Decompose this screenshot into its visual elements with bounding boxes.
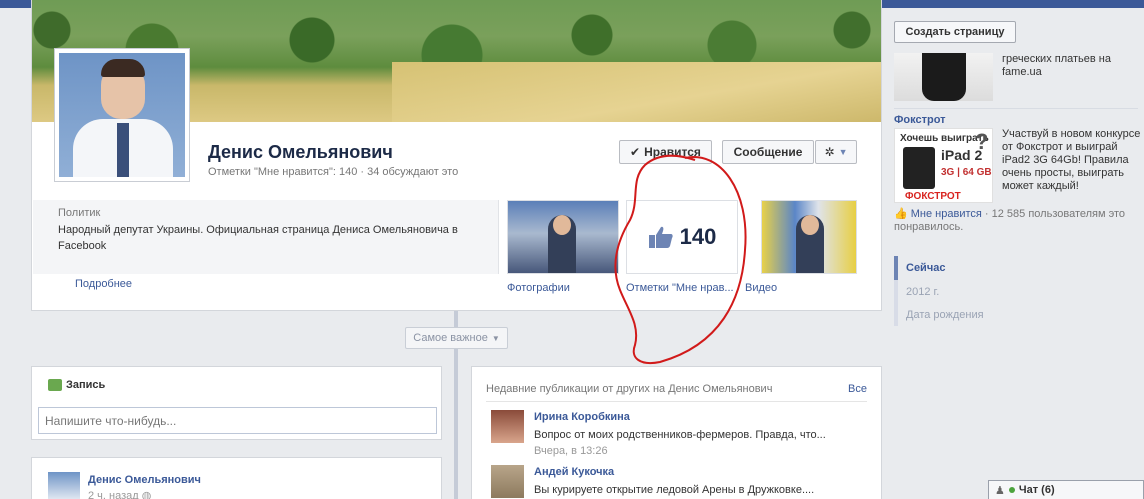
composer-title[interactable]: Запись xyxy=(48,379,105,391)
thumbs-up-icon xyxy=(648,226,673,248)
about-text: Народный депутат Украины. Официальная ст… xyxy=(58,224,458,252)
video-person xyxy=(796,215,824,273)
gear-icon: ✲ xyxy=(824,145,835,159)
message-button[interactable]: Сообщение xyxy=(722,140,814,164)
recent-item-avatar[interactable] xyxy=(491,410,524,443)
chat-bar[interactable]: ♟ Чат (6) xyxy=(988,480,1144,499)
recent-posts-box: Недавние публикации от других на Денис О… xyxy=(471,366,882,499)
divider xyxy=(894,108,1138,109)
composer-title-label: Запись xyxy=(66,379,106,391)
chevron-down-icon: ▼ xyxy=(491,333,500,343)
post-author[interactable]: Денис Омельянович xyxy=(88,474,201,486)
globe-icon: ◍ xyxy=(141,490,152,499)
post-avatar[interactable] xyxy=(48,472,80,499)
ad-like-link[interactable]: Мне нравится xyxy=(911,208,982,220)
settings-dropdown-button[interactable]: ✲ ▼ xyxy=(815,140,857,164)
about-category: Политик xyxy=(58,207,101,219)
ad-title-foxtrot[interactable]: Фокстрот xyxy=(894,114,946,126)
status-composer: Запись Напишите что-нибудь... xyxy=(31,366,442,440)
like-button[interactable]: ✔ Нравится xyxy=(619,140,712,164)
recent-posts-header: Недавние публикации от других на Денис О… xyxy=(486,383,773,395)
timeline-nav-born[interactable]: Дата рождения xyxy=(906,309,984,321)
recent-item-author[interactable]: Андей Кукочка xyxy=(534,466,614,478)
chat-label: Чат (6) xyxy=(1018,484,1055,496)
ad-like-line: 👍 Мне нравится · 12 585 пользователям эт… xyxy=(894,208,1142,234)
profile-picture[interactable] xyxy=(54,48,190,182)
timeline-filter-label: Самое важное xyxy=(413,332,488,344)
photos-label[interactable]: Фотографии xyxy=(507,282,619,294)
ad-image-dress[interactable] xyxy=(894,53,993,101)
likes-label[interactable]: Отметки "Мне нрав... xyxy=(626,282,738,294)
question-mark-icon: ? xyxy=(975,129,989,154)
online-dot-icon xyxy=(1008,487,1015,493)
dress-shape xyxy=(922,53,966,101)
ad-image-brand: ФОКСТРОТ xyxy=(905,191,961,202)
recent-item-text[interactable]: Вопрос от моих родственников-фермеров. П… xyxy=(534,429,826,441)
timeline-filter-button[interactable]: Самое важное ▼ xyxy=(405,327,508,349)
post-time[interactable]: 2 ч. назад ◍ xyxy=(88,489,151,499)
person-icon: ♟ xyxy=(995,484,1005,497)
divider xyxy=(486,401,867,402)
recent-item-text[interactable]: Вы курируете открытие ледовой Арены в Др… xyxy=(534,484,814,496)
create-page-button[interactable]: Создать страницу xyxy=(894,21,1016,43)
more-link[interactable]: Подробнее xyxy=(75,278,132,290)
ad-image-spec: 3G | 64 GB xyxy=(941,167,992,178)
ad-image-foxtrot[interactable]: Хочешь выиграть iPad 2 3G | 64 GB ФОКСТР… xyxy=(894,128,993,203)
recent-item-time[interactable]: Вчера, в 13:26 xyxy=(534,445,608,457)
photo-person-face xyxy=(553,215,571,235)
photo-person xyxy=(548,215,576,273)
status-input[interactable]: Напишите что-нибудь... xyxy=(38,407,437,434)
like-button-label: Нравится xyxy=(644,145,701,159)
ipad-image xyxy=(903,147,935,189)
video-tile[interactable] xyxy=(761,200,857,274)
video-label[interactable]: Видео xyxy=(745,282,841,294)
profile-card: Денис Омельянович Отметки "Мне нравится"… xyxy=(31,0,882,311)
page-stats: Отметки "Мне нравится": 140 · 34 обсужда… xyxy=(208,166,459,178)
see-all-link[interactable]: Все xyxy=(848,383,867,395)
likes-tile[interactable]: 140 xyxy=(626,200,738,274)
thumbs-up-icon: 👍 xyxy=(894,208,908,220)
speech-bubble-icon xyxy=(48,379,62,391)
avatar xyxy=(59,53,185,177)
timeline-nav-now[interactable]: Сейчас xyxy=(906,262,945,274)
chevron-down-icon: ▼ xyxy=(838,147,848,157)
timeline-post: Денис Омельянович 2 ч. назад ◍ xyxy=(31,457,442,499)
likes-count: 140 xyxy=(679,224,717,249)
cover-field xyxy=(392,62,881,122)
recent-item-author[interactable]: Ирина Коробкина xyxy=(534,411,630,423)
checkmark-icon: ✔ xyxy=(630,145,641,159)
avatar-hair xyxy=(101,59,145,77)
avatar-tie xyxy=(117,123,129,177)
post-time-label: 2 ч. назад xyxy=(88,490,139,499)
timeline-nav-active-marker xyxy=(894,256,898,280)
ad-text-dress[interactable]: греческих платьев на fame.ua xyxy=(1002,53,1142,79)
video-person-face xyxy=(801,215,819,235)
timeline-nav-2012[interactable]: 2012 г. xyxy=(906,286,939,298)
recent-item-avatar[interactable] xyxy=(491,465,524,498)
page-title[interactable]: Денис Омельянович xyxy=(208,142,393,163)
photos-tile[interactable] xyxy=(507,200,619,274)
ad-text-foxtrot[interactable]: Участвуй в новом конкурсе от Фокстрот и … xyxy=(1002,128,1142,193)
message-button-label: Сообщение xyxy=(733,145,803,159)
